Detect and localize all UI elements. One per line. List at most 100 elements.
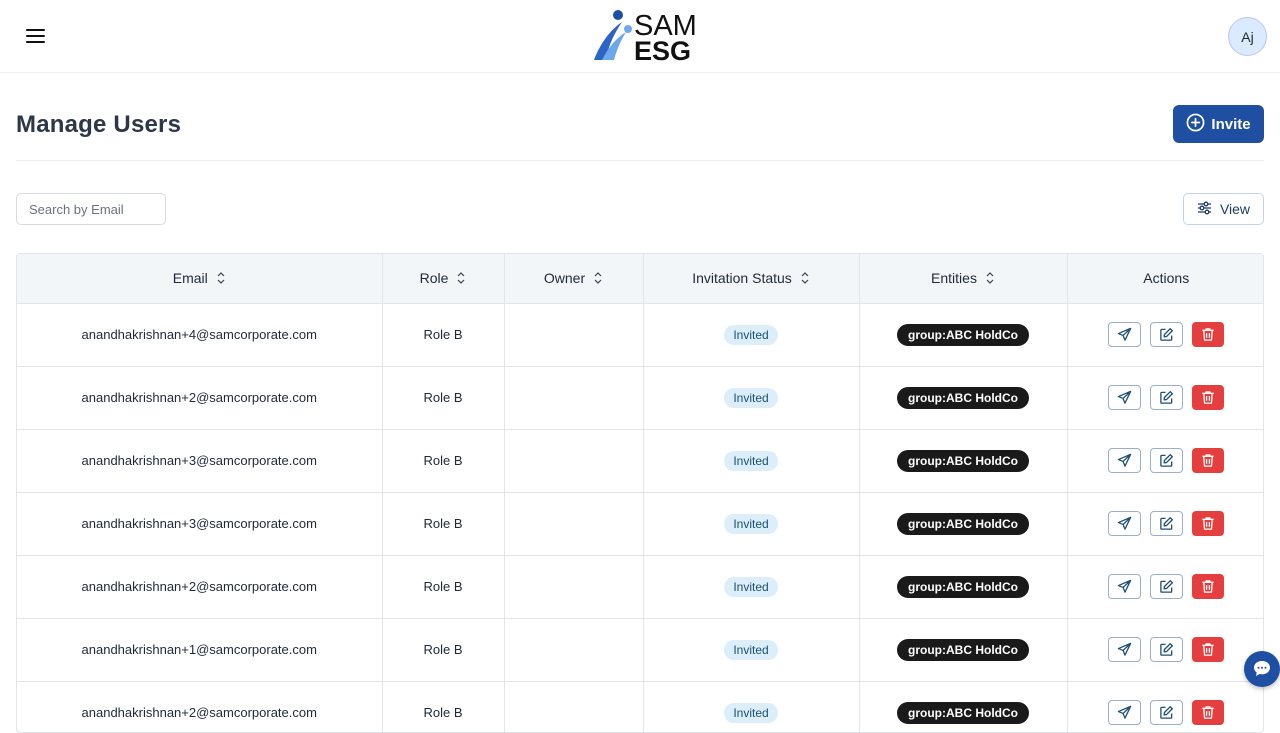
role-cell: Role B bbox=[382, 492, 505, 556]
delete-user-button[interactable] bbox=[1192, 448, 1225, 473]
entities-cell: group:ABC HoldCo bbox=[859, 618, 1068, 682]
table-row: anandhakrishnan+2@samcorporate.com Role … bbox=[17, 555, 1263, 619]
resend-invite-button[interactable] bbox=[1108, 511, 1142, 536]
status-cell: Invited bbox=[643, 366, 860, 430]
actions-cell bbox=[1067, 618, 1263, 682]
trash-icon bbox=[1202, 391, 1214, 404]
edit-icon bbox=[1160, 580, 1174, 593]
edit-icon bbox=[1160, 517, 1174, 530]
trash-icon bbox=[1202, 517, 1214, 530]
table-row: anandhakrishnan+1@samcorporate.com Role … bbox=[17, 618, 1263, 682]
owner-cell bbox=[504, 492, 644, 556]
edit-icon bbox=[1160, 391, 1174, 404]
sam-esg-logo[interactable]: SAM ESG bbox=[592, 8, 722, 66]
search-input[interactable] bbox=[29, 201, 153, 217]
trash-icon bbox=[1202, 328, 1214, 341]
column-entities[interactable]: Entities bbox=[859, 254, 1068, 304]
column-invitation-status[interactable]: Invitation Status bbox=[643, 254, 860, 304]
actions-cell bbox=[1067, 681, 1263, 732]
delete-user-button[interactable] bbox=[1192, 700, 1225, 725]
users-table: Email Role Owner Invitation Status Entit… bbox=[16, 253, 1264, 733]
trash-icon bbox=[1202, 454, 1214, 467]
entity-badge: group:ABC HoldCo bbox=[897, 449, 1029, 472]
entities-cell: group:ABC HoldCo bbox=[859, 492, 1068, 556]
trash-icon bbox=[1202, 643, 1214, 656]
column-email[interactable]: Email bbox=[17, 254, 383, 304]
actions-cell bbox=[1067, 303, 1263, 367]
top-bar: SAM ESG Aj bbox=[0, 0, 1280, 73]
resend-invite-button[interactable] bbox=[1108, 574, 1142, 599]
edit-user-button[interactable] bbox=[1150, 700, 1184, 725]
email-cell: anandhakrishnan+1@samcorporate.com bbox=[17, 618, 383, 682]
edit-user-button[interactable] bbox=[1150, 574, 1184, 599]
header-divider bbox=[16, 160, 1264, 161]
trash-icon bbox=[1202, 580, 1214, 593]
status-badge: Invited bbox=[724, 387, 778, 408]
view-label: View bbox=[1219, 201, 1251, 217]
actions-cell bbox=[1067, 492, 1263, 556]
delete-user-button[interactable] bbox=[1192, 574, 1225, 599]
chat-support-button[interactable] bbox=[1244, 651, 1280, 687]
entities-cell: group:ABC HoldCo bbox=[859, 366, 1068, 430]
entities-cell: group:ABC HoldCo bbox=[859, 429, 1068, 493]
status-badge: Invited bbox=[724, 513, 778, 534]
status-badge: Invited bbox=[724, 576, 778, 597]
entity-badge: group:ABC HoldCo bbox=[897, 512, 1029, 535]
actions-cell bbox=[1067, 429, 1263, 493]
view-button[interactable]: View bbox=[1183, 193, 1264, 225]
entity-badge: group:ABC HoldCo bbox=[897, 701, 1029, 724]
table-body: anandhakrishnan+4@samcorporate.com Role … bbox=[17, 303, 1263, 732]
search-field[interactable] bbox=[16, 193, 166, 225]
delete-user-button[interactable] bbox=[1192, 322, 1225, 347]
email-cell: anandhakrishnan+3@samcorporate.com bbox=[17, 492, 383, 556]
sort-icon bbox=[801, 272, 809, 285]
sort-icon bbox=[217, 272, 225, 285]
edit-user-button[interactable] bbox=[1150, 385, 1184, 410]
send-icon bbox=[1118, 390, 1132, 404]
status-cell: Invited bbox=[643, 429, 860, 493]
edit-user-button[interactable] bbox=[1150, 511, 1184, 536]
sliders-icon bbox=[1197, 201, 1212, 218]
invite-label: Invite bbox=[1211, 115, 1251, 133]
owner-cell bbox=[504, 555, 644, 619]
sort-icon bbox=[594, 272, 602, 285]
page-title: Manage Users bbox=[16, 111, 182, 138]
status-cell: Invited bbox=[643, 303, 860, 367]
table-row: anandhakrishnan+4@samcorporate.com Role … bbox=[17, 303, 1263, 367]
invite-button[interactable]: Invite bbox=[1173, 105, 1264, 143]
entity-badge: group:ABC HoldCo bbox=[897, 638, 1029, 661]
menu-icon[interactable] bbox=[26, 28, 46, 44]
edit-icon bbox=[1160, 643, 1174, 656]
resend-invite-button[interactable] bbox=[1108, 385, 1142, 410]
edit-user-button[interactable] bbox=[1150, 448, 1184, 473]
delete-user-button[interactable] bbox=[1192, 385, 1225, 410]
send-icon bbox=[1118, 642, 1132, 656]
delete-user-button[interactable] bbox=[1192, 511, 1225, 536]
sort-icon bbox=[986, 272, 994, 285]
column-owner[interactable]: Owner bbox=[504, 254, 644, 304]
resend-invite-button[interactable] bbox=[1108, 448, 1142, 473]
status-cell: Invited bbox=[643, 555, 860, 619]
table-row: anandhakrishnan+2@samcorporate.com Role … bbox=[17, 366, 1263, 430]
resend-invite-button[interactable] bbox=[1108, 700, 1142, 725]
entity-badge: group:ABC HoldCo bbox=[897, 386, 1029, 409]
edit-user-button[interactable] bbox=[1150, 322, 1184, 347]
column-role[interactable]: Role bbox=[382, 254, 505, 304]
status-cell: Invited bbox=[643, 681, 860, 732]
role-cell: Role B bbox=[382, 555, 505, 619]
entity-badge: group:ABC HoldCo bbox=[897, 323, 1029, 346]
delete-user-button[interactable] bbox=[1192, 637, 1225, 662]
email-cell: anandhakrishnan+2@samcorporate.com bbox=[17, 366, 383, 430]
sort-icon bbox=[457, 272, 465, 285]
owner-cell bbox=[504, 366, 644, 430]
user-avatar[interactable]: Aj bbox=[1228, 17, 1267, 56]
role-cell: Role B bbox=[382, 366, 505, 430]
send-icon bbox=[1118, 579, 1132, 593]
resend-invite-button[interactable] bbox=[1108, 637, 1142, 662]
send-icon bbox=[1118, 705, 1132, 719]
resend-invite-button[interactable] bbox=[1108, 322, 1142, 347]
role-cell: Role B bbox=[382, 429, 505, 493]
edit-user-button[interactable] bbox=[1150, 637, 1184, 662]
table-row: anandhakrishnan+2@samcorporate.com Role … bbox=[17, 681, 1263, 732]
column-actions: Actions bbox=[1067, 254, 1263, 304]
